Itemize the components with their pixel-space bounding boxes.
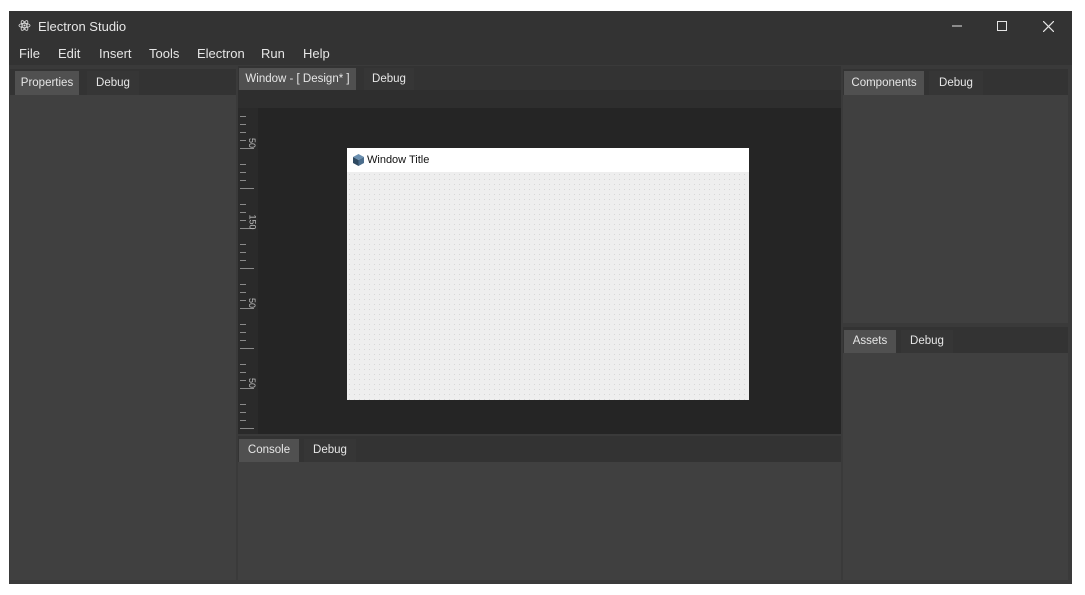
app-title: Electron Studio [38,19,127,34]
app-window: Electron Studio File Edit Insert Tools E… [9,11,1072,584]
ruler-label: 50 [247,137,258,149]
ruler-label: 50 [247,297,258,309]
design-window-titlebar[interactable]: Window Title [347,148,749,172]
maximize-button[interactable] [979,11,1025,41]
tab-assets[interactable]: Assets [844,330,896,353]
vertical-ruler: 50 150 50 50 [238,108,258,434]
tab-console[interactable]: Console [239,439,299,462]
close-button[interactable] [1025,11,1071,41]
title-bar: Electron Studio [9,11,1072,41]
maximize-icon [997,21,1007,31]
tab-design-debug[interactable]: Debug [364,68,414,90]
cube-icon [353,154,364,166]
tab-console-debug[interactable]: Debug [304,439,356,462]
menu-bar: File Edit Insert Tools Electron Run Help [9,41,1072,65]
tab-properties[interactable]: Properties [15,71,79,95]
electron-logo-icon [18,20,31,31]
console-panel: Console Debug [238,436,841,580]
design-window-title: Window Title [367,154,430,166]
minimize-button[interactable] [934,11,980,41]
tab-components[interactable]: Components [844,71,924,95]
ruler-label: 50 [247,377,258,389]
menu-run[interactable]: Run [261,46,285,61]
menu-edit[interactable]: Edit [58,46,80,61]
ruler-label: 150 [247,214,258,230]
close-icon [1042,20,1054,32]
design-canvas[interactable]: 50 150 50 50 Window Title [238,90,841,434]
tab-assets-debug[interactable]: Debug [901,330,953,353]
design-panel: Window - [ Design* ] Debug 50 150 50 50 … [238,66,841,434]
design-window-body[interactable] [347,172,749,400]
components-panel: Components Debug [843,69,1068,323]
assets-panel: Assets Debug [843,327,1068,580]
horizontal-ruler [238,90,841,108]
menu-file[interactable]: File [19,46,40,61]
properties-panel: Properties Debug [10,69,236,580]
design-window-preview[interactable]: Window Title [347,148,749,400]
tab-window-design[interactable]: Window - [ Design* ] [239,68,356,90]
tab-properties-debug[interactable]: Debug [87,71,139,95]
minimize-icon [952,25,962,27]
menu-electron[interactable]: Electron [197,46,245,61]
menu-help[interactable]: Help [303,46,330,61]
menu-insert[interactable]: Insert [99,46,132,61]
menu-tools[interactable]: Tools [149,46,179,61]
tab-components-debug[interactable]: Debug [929,71,983,95]
